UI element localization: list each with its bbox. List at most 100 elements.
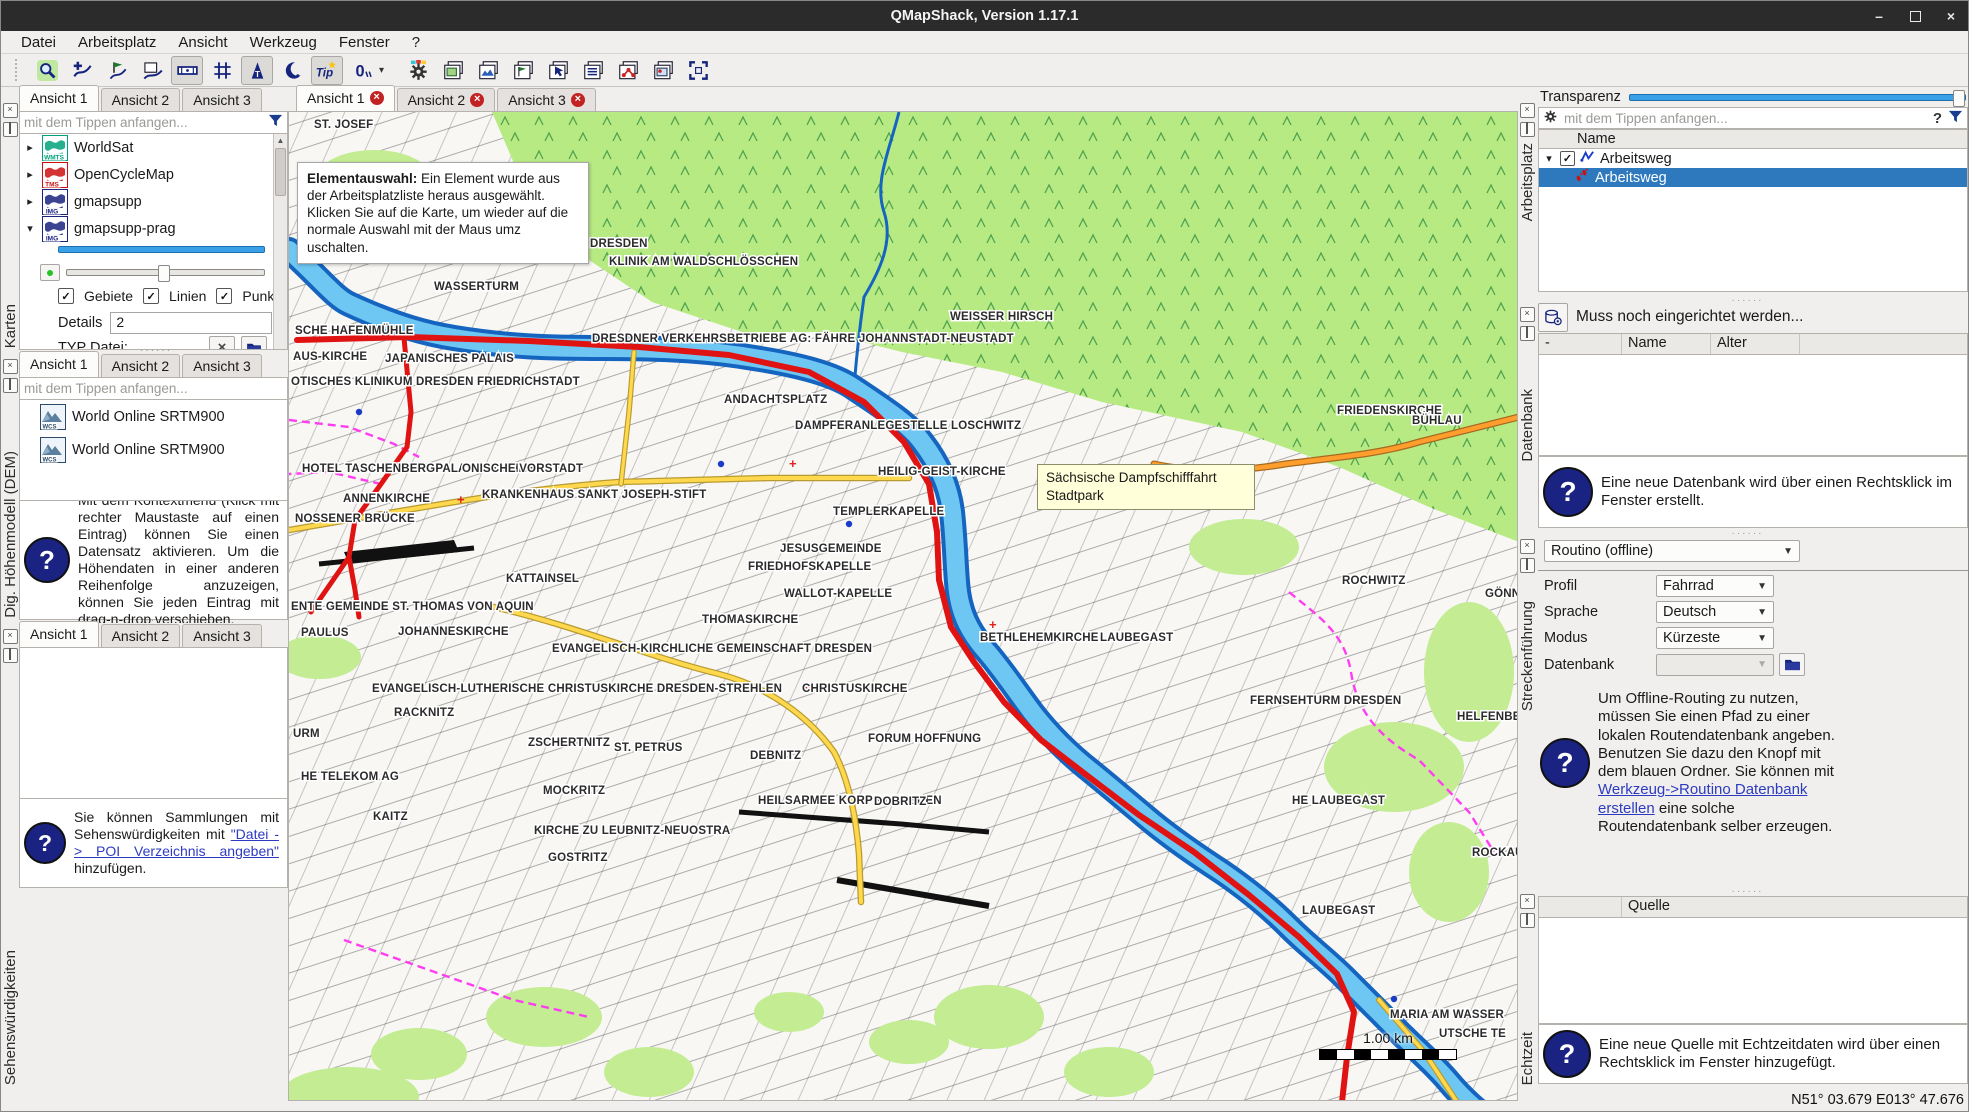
distance-ruler-icon[interactable] [171, 56, 203, 85]
tab-ansicht-2[interactable]: Ansicht 2× [397, 88, 496, 111]
menu-arbeitsplatz[interactable]: Arbeitsplatz [68, 33, 166, 52]
view-routing-icon[interactable] [612, 56, 644, 85]
poi-dock-label[interactable]: Sehenswürdigkeiten [2, 950, 19, 1085]
view-dem-icon[interactable] [472, 56, 504, 85]
karten-filter-input[interactable]: mit dem Tippen anfangen... [24, 115, 262, 130]
name-column-header[interactable]: Name [1577, 131, 1616, 147]
view-maps-icon[interactable] [437, 56, 469, 85]
show-tooltip-icon[interactable]: Tip [311, 56, 343, 85]
database-setup-button[interactable] [1538, 303, 1568, 332]
dock-float-icon[interactable] [1520, 558, 1535, 573]
map-canvas[interactable]: ++++ ST. JOSEFDRESDENKLINIK AM WALDSCHLÖ… [288, 111, 1518, 1101]
map-list-item[interactable]: ▸TMSOpenCycleMap [20, 161, 287, 188]
routing-dock-label[interactable]: Streckenführung [1519, 601, 1536, 711]
filter-funnel-icon[interactable] [268, 113, 283, 132]
checkbox-gebiete[interactable]: ✓ [58, 288, 74, 304]
filter-funnel-icon[interactable] [1948, 109, 1963, 128]
dock-float-icon[interactable] [1520, 913, 1535, 928]
menu-datei[interactable]: Datei [11, 33, 66, 52]
dem-name[interactable]: World Online SRTM900 [72, 409, 225, 425]
tab-ansicht-2[interactable]: Ansicht 2 [101, 88, 181, 111]
dem-dock-label[interactable]: Dig. Höhenmodell (DEM) [2, 451, 19, 618]
realtime-dock-label[interactable]: Echtzeit [1519, 1032, 1536, 1085]
show-info-icon[interactable]: 0 [346, 56, 378, 85]
dock-close-icon[interactable]: × [3, 629, 18, 644]
database-folder-icon[interactable] [1779, 653, 1805, 676]
item-checkbox[interactable]: ✓ [1560, 151, 1575, 166]
view-poi-icon[interactable] [507, 56, 539, 85]
workspace-item-label[interactable]: Arbeitsweg [1600, 151, 1672, 167]
dock-close-icon[interactable]: × [1520, 539, 1535, 554]
toolbar-grip[interactable] [15, 59, 22, 81]
map-opacity-slider[interactable] [58, 246, 265, 253]
tab-ansicht-3[interactable]: Ansicht 3 [182, 354, 262, 377]
setup-icon[interactable] [402, 56, 434, 85]
show-info-dropdown-icon[interactable]: ▾ [379, 65, 384, 76]
map-list-item[interactable]: ▸WMTSWorldSat [20, 134, 287, 161]
karten-scrollbar[interactable]: ▲ [273, 134, 287, 349]
title-bar[interactable]: QMapShack, Version 1.17.1 – × [1, 1, 1968, 31]
details-input[interactable]: 2 [110, 312, 272, 334]
dock-float-icon[interactable] [3, 648, 18, 663]
add-waypoint-icon[interactable] [101, 56, 133, 85]
column-header-alter[interactable]: Alter [1711, 334, 1800, 354]
typ-folder-icon[interactable] [241, 336, 267, 350]
tab-ansicht-1[interactable]: Ansicht 1× [296, 85, 395, 111]
expander-icon[interactable]: ▸ [24, 168, 36, 181]
datenbank-select[interactable]: ▼ [1656, 654, 1774, 676]
karten-filter[interactable]: mit dem Tippen anfangen... [19, 112, 288, 134]
typ-clear-button[interactable]: × [209, 336, 235, 350]
dock-close-icon[interactable]: × [1520, 307, 1535, 322]
tab-ansicht-1[interactable]: Ansicht 1 [19, 351, 99, 377]
add-track-icon[interactable] [66, 56, 98, 85]
column-header-[interactable]: - [1539, 334, 1622, 354]
filter-help-button[interactable]: ? [1933, 110, 1942, 127]
night-mode-icon[interactable] [276, 56, 308, 85]
menu-?[interactable]: ? [402, 33, 430, 52]
database-columns[interactable]: -NameAlter [1538, 333, 1968, 355]
source-column-header[interactable]: Quelle [1622, 897, 1676, 917]
close-icon[interactable]: × [1942, 7, 1960, 25]
expander-icon[interactable]: ▾ [24, 222, 36, 235]
tab-ansicht-3[interactable]: Ansicht 3 [182, 88, 262, 111]
view-database-icon[interactable] [577, 56, 609, 85]
workspace-item-track[interactable]: Arbeitsweg [1539, 168, 1967, 187]
expander-icon[interactable]: ▸ [24, 141, 36, 154]
map-list-item[interactable]: ▸IMGgmapsupp [20, 188, 287, 215]
tab-ansicht-2[interactable]: Ansicht 2 [101, 354, 181, 377]
checkbox-punkte[interactable]: ✓ [216, 288, 232, 304]
close-view-icon[interactable]: × [470, 93, 484, 107]
pois-text-icon[interactable]: T [241, 56, 273, 85]
menu-fenster[interactable]: Fenster [329, 33, 400, 52]
expander-icon[interactable]: ▾ [1543, 152, 1555, 165]
tab-ansicht-1[interactable]: Ansicht 1 [19, 621, 99, 647]
show-grid-icon[interactable] [206, 56, 238, 85]
expander-icon[interactable]: ▸ [24, 195, 36, 208]
dem-list-item[interactable]: WCSWorld Online SRTM900 [20, 400, 287, 433]
dock-close-icon[interactable]: × [3, 359, 18, 374]
dock-close-icon[interactable]: × [1520, 103, 1535, 118]
minimize-icon[interactable]: – [1870, 7, 1888, 25]
zoom-select-icon[interactable] [31, 56, 63, 85]
source-table-header[interactable]: Quelle [1538, 896, 1968, 918]
map-list-item[interactable]: ▾IMGgmapsupp-prag [20, 215, 287, 242]
menu-ansicht[interactable]: Ansicht [168, 33, 237, 52]
dem-filter-input[interactable]: mit dem Tippen anfangen... [24, 381, 283, 396]
karten-dock-label[interactable]: Karten [2, 304, 19, 348]
dem-list-item[interactable]: WCSWorld Online SRTM900 [20, 433, 287, 466]
tab-ansicht-3[interactable]: Ansicht 3× [497, 88, 596, 111]
map-name[interactable]: gmapsupp [74, 194, 142, 210]
dem-name[interactable]: World Online SRTM900 [72, 442, 225, 458]
dem-filter[interactable]: mit dem Tippen anfangen... [19, 378, 288, 400]
workspace-filter-input[interactable]: mit dem Tippen anfangen... [1564, 111, 1927, 126]
add-area-icon[interactable] [136, 56, 168, 85]
database-dock-label[interactable]: Datenbank [1519, 389, 1536, 462]
map-name[interactable]: gmapsupp-prag [74, 221, 176, 237]
checkbox-linien[interactable]: ✓ [143, 288, 159, 304]
close-view-icon[interactable]: × [571, 93, 585, 107]
transparency-slider[interactable] [1629, 94, 1966, 101]
workspace-item-gpx[interactable]: ▾ ✓ Arbeitsweg [1539, 149, 1967, 168]
dock-close-icon[interactable]: × [3, 103, 18, 118]
zoom-range-slider[interactable] [66, 269, 265, 276]
map-name[interactable]: WorldSat [74, 140, 133, 156]
